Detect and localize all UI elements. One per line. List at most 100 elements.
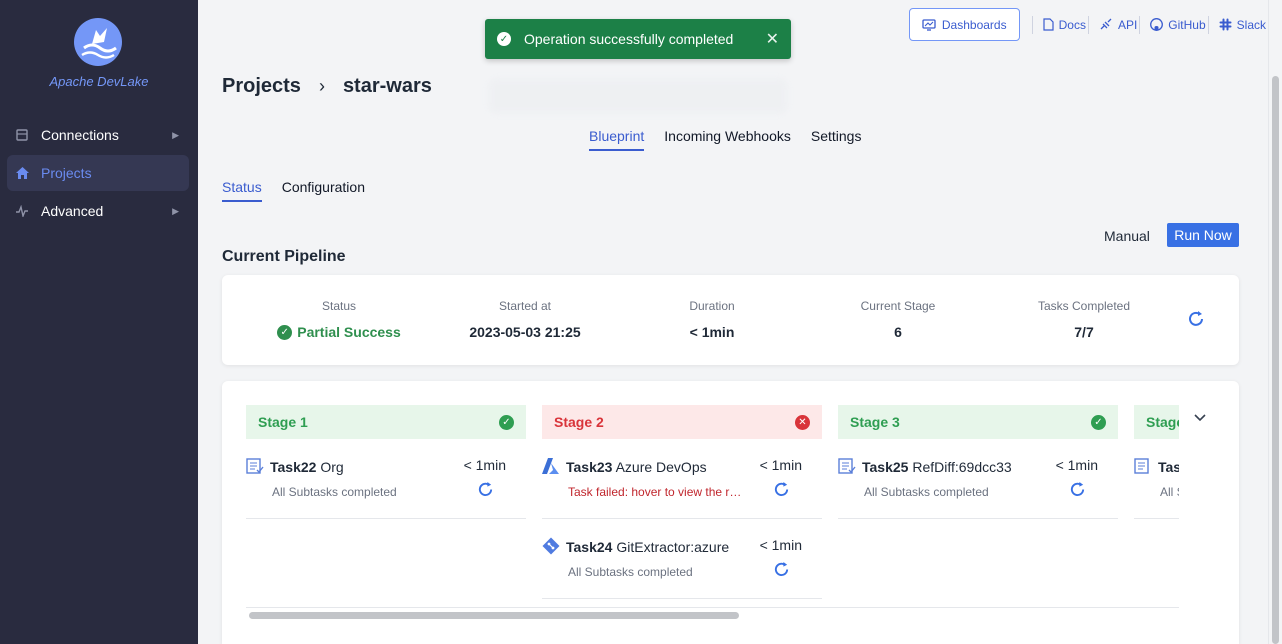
stage-header: Stage 3 ✓ — [838, 405, 1118, 439]
rerun-icon[interactable] — [773, 481, 790, 503]
sidebar-item-label: Connections — [41, 127, 119, 143]
close-icon[interactable]: ✕ — [766, 29, 779, 49]
task-duration: < 1min — [759, 537, 802, 553]
run-now-button[interactable]: Run Now — [1167, 223, 1239, 247]
success-toast: ✓ Operation successfully completed ✕ — [485, 19, 791, 59]
document-icon — [1043, 18, 1054, 31]
scrollbar-thumb[interactable] — [249, 612, 739, 619]
pipeline-status-card: Status ✓ Partial Success Started at 2023… — [222, 275, 1239, 365]
sidebar-item-label: Projects — [41, 165, 92, 181]
caret-right-icon: ▶ — [172, 205, 179, 216]
tab-settings[interactable]: Settings — [811, 128, 862, 151]
pipeline-stages-card: Stage 1 ✓ Task22 Org All Subtasks comple… — [222, 381, 1239, 644]
pipeline-started: Started at 2023-05-03 21:25 — [435, 299, 615, 340]
document-icon — [1134, 457, 1152, 480]
sidebar-item-advanced[interactable]: Advanced ▶ — [7, 193, 189, 229]
check-circle-icon: ✓ — [499, 414, 514, 430]
github-label: GitHub — [1168, 17, 1206, 32]
horizontal-scrollbar[interactable] — [246, 607, 1179, 621]
divider — [1139, 15, 1141, 34]
tab-blueprint[interactable]: Blueprint — [589, 128, 645, 151]
sidebar-item-connections[interactable]: Connections ▶ — [7, 117, 189, 153]
devlake-logo[interactable] — [74, 18, 122, 66]
task-duration: < 1min — [463, 457, 506, 473]
dashboards-label: Dashboards — [941, 17, 1007, 32]
stage-header: Stage 2 ✕ — [542, 405, 822, 439]
toast-message: Operation successfully completed — [524, 31, 734, 47]
task-status-text: All Subtasks completed — [864, 485, 989, 499]
task-title: Task26 — [1158, 459, 1179, 475]
brand-name: Apache DevLake — [49, 74, 149, 89]
connections-icon — [15, 128, 29, 142]
tasks-completed-label: Tasks Completed — [1037, 299, 1131, 313]
rerun-icon[interactable] — [477, 481, 494, 503]
task-id: Task22 — [270, 459, 317, 475]
stages-viewport: Stage 1 ✓ Task22 Org All Subtasks comple… — [246, 405, 1179, 605]
task-duration: < 1min — [1055, 457, 1098, 473]
slack-link[interactable]: Slack — [1219, 18, 1266, 32]
check-circle-icon: ✓ — [1091, 414, 1106, 430]
status-value: Partial Success — [297, 324, 401, 340]
top-links: Dashboards Docs API GitHub Slack — [908, 8, 1266, 41]
started-value: 2023-05-03 21:25 — [469, 324, 581, 340]
task-error-text[interactable]: Task failed: hover to view the reason — [568, 485, 748, 499]
slack-label: Slack — [1236, 17, 1266, 32]
task-item[interactable]: Task23 Azure DevOps Task failed: hover t… — [542, 439, 822, 519]
plug-icon — [1100, 18, 1112, 30]
blueprint-subtabs: Status Configuration — [222, 179, 385, 202]
rerun-icon[interactable] — [1069, 481, 1086, 503]
docs-label: Docs — [1058, 17, 1086, 32]
task-title: Task22 Org — [270, 459, 445, 475]
status-label: Status — [321, 299, 357, 313]
task-status-text: All Subtasks completed — [1160, 485, 1179, 499]
breadcrumb-projects[interactable]: Projects — [222, 75, 301, 98]
task-status-text: All Subtasks completed — [272, 485, 397, 499]
github-link[interactable]: GitHub — [1150, 17, 1206, 32]
check-circle-icon: ✓ — [497, 32, 511, 46]
stage-name: Stage 2 — [554, 414, 604, 430]
chevron-right-icon: › — [318, 76, 325, 96]
tab-incoming-webhooks[interactable]: Incoming Webhooks — [664, 128, 791, 151]
vertical-scrollbar[interactable] — [1268, 0, 1282, 644]
scrollbar-thumb[interactable] — [1272, 76, 1279, 644]
refresh-icon[interactable] — [1187, 310, 1205, 333]
docs-link[interactable]: Docs — [1043, 18, 1086, 32]
stage-header: Stage 1 ✓ — [246, 405, 526, 439]
project-tabs: Blueprint Incoming Webhooks Settings — [589, 128, 881, 151]
task-id: Task24 — [566, 539, 613, 555]
azure-icon — [542, 457, 560, 480]
task-item: Task26 All Subtasks completed — [1134, 439, 1179, 519]
tab-status[interactable]: Status — [222, 179, 262, 202]
stage-column: Stage 1 ✓ Task22 Org All Subtasks comple… — [246, 405, 526, 519]
pipeline-status: Status ✓ Partial Success — [249, 299, 429, 340]
pulse-icon — [15, 204, 29, 218]
stage-name: Stage 3 — [850, 414, 900, 430]
task-item: Task25 RefDiff:69dcc33 All Subtasks comp… — [838, 439, 1118, 519]
task-status-text: All Subtasks completed — [568, 565, 693, 579]
monitor-icon — [922, 18, 936, 31]
sidebar-item-projects[interactable]: Projects — [7, 155, 189, 191]
current-stage-value: 6 — [894, 324, 902, 340]
current-pipeline-title: Current Pipeline — [222, 248, 346, 265]
chevron-down-icon[interactable] — [1194, 411, 1206, 425]
task-title: Task24 GitExtractor:azure — [566, 539, 741, 555]
tab-configuration[interactable]: Configuration — [282, 179, 365, 202]
pipeline-current-stage: Current Stage 6 — [808, 299, 988, 340]
check-circle-icon: ✓ — [277, 324, 293, 340]
document-icon — [246, 457, 264, 480]
breadcrumb-current: star-wars — [342, 75, 432, 97]
started-label: Started at — [498, 299, 552, 313]
divider — [1207, 15, 1209, 34]
github-icon — [1150, 18, 1164, 31]
rerun-icon[interactable] — [773, 561, 790, 583]
stage-name: Stage 4 — [1146, 414, 1179, 430]
git-icon — [542, 537, 560, 560]
dashboards-button[interactable]: Dashboards — [908, 8, 1020, 41]
slack-icon — [1219, 18, 1232, 31]
divider — [1087, 15, 1089, 34]
duration-label: Duration — [689, 299, 735, 313]
stage-column: Stage 2 ✕ Task23 Azure DevOps Task faile… — [542, 405, 822, 599]
api-link[interactable]: API — [1099, 18, 1137, 32]
task-title: Task23 Azure DevOps — [566, 459, 741, 475]
current-stage-label: Current Stage — [860, 299, 936, 313]
